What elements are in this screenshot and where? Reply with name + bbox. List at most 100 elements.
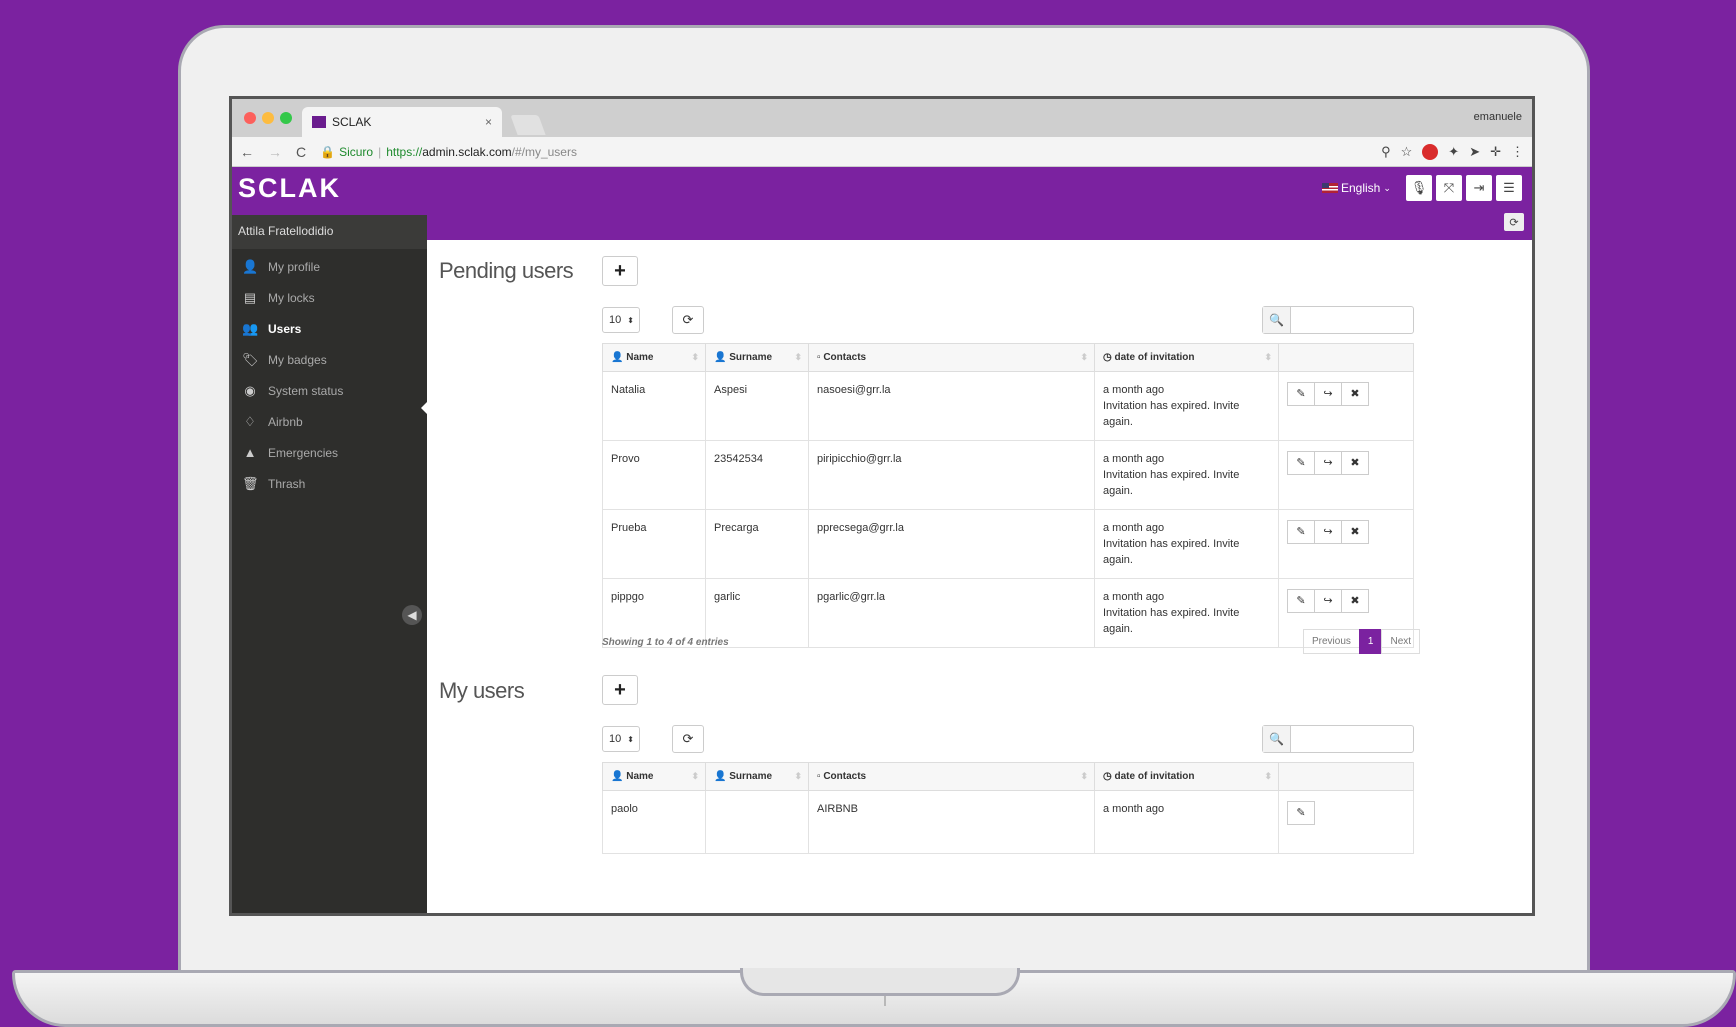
menu-dots-icon[interactable]: ⋮ — [1511, 144, 1524, 160]
window-minimize-button[interactable] — [262, 112, 274, 124]
window-maximize-button[interactable] — [280, 112, 292, 124]
column-header-actions — [1278, 762, 1414, 791]
my-users-page-size-select[interactable]: 10 ⬍ — [602, 726, 640, 752]
sidebar-item-airbnb[interactable]: ♢ Airbnb — [232, 406, 427, 437]
extension-icons: ⚲ ☆ ✦ ➤ ✛ ⋮ — [1381, 143, 1524, 160]
sclak-favicon-icon — [312, 116, 326, 128]
cursor-extension-icon[interactable]: ➤ — [1469, 144, 1480, 160]
sidebar-collapse-button[interactable]: ◀ — [402, 605, 422, 625]
language-selector[interactable]: English ⌄ — [1322, 181, 1391, 195]
reload-icon[interactable]: C — [296, 144, 306, 160]
sidebar-item-users[interactable]: 👥 Users — [232, 313, 427, 344]
brand-logo[interactable]: SCLAK — [238, 173, 341, 204]
cell-contact: piripicchio@grr.la — [808, 440, 1095, 510]
column-header-surname[interactable]: 👤 Surname ⬍ — [705, 343, 809, 372]
column-header-name[interactable]: 👤 Name ⬍ — [602, 343, 706, 372]
us-flag-icon — [1322, 183, 1338, 193]
url-field[interactable]: 🔒 Sicuro | https:// admin.sclak.com /#/m… — [320, 145, 577, 159]
microphone-button[interactable]: 🎙 — [1406, 175, 1432, 201]
sort-icon: ⬍ — [1080, 352, 1088, 362]
fullscreen-icon: ⤧ — [1443, 180, 1455, 195]
column-header-surname[interactable]: 👤 Surname ⬍ — [705, 762, 809, 791]
pending-page-size-select[interactable]: 10 ⬍ — [602, 307, 640, 333]
cell-date: a month ago Invitation has expired. Invit… — [1094, 509, 1279, 579]
column-label: Contacts — [823, 771, 867, 782]
select-arrows-icon: ⬍ — [627, 734, 634, 744]
table-header-row: 👤 Name ⬍ 👤 Surname ⬍ ▫ Contacts ⬍ ◷ date of… — [602, 343, 1414, 372]
fullscreen-button[interactable]: ⤧ — [1436, 175, 1462, 201]
column-header-actions — [1278, 343, 1414, 372]
pagination-next[interactable]: Next — [1381, 629, 1421, 654]
cell-actions: ✎ ↪ ✖ — [1278, 509, 1414, 579]
sidebar: Attila Fratellodidio 👤 My profile ▤ My lock… — [232, 215, 428, 913]
new-tab-button[interactable] — [510, 115, 546, 135]
sidebar-item-thrash[interactable]: 🗑 Thrash — [232, 468, 427, 499]
url-scheme: https:// — [386, 144, 423, 159]
edit-button[interactable]: ✎ — [1287, 451, 1315, 475]
pending-search-input[interactable] — [1291, 307, 1413, 333]
edit-button[interactable]: ✎ — [1287, 589, 1315, 613]
sidebar-menu: 👤 My profile ▤ My locks 👥 Users 🏷 My badges ◉ Sys… — [232, 249, 427, 499]
pagination-previous[interactable]: Previous — [1303, 629, 1360, 654]
url-path: /#/my_users — [511, 144, 577, 159]
key-icon[interactable]: ⚲ — [1381, 144, 1391, 160]
share-arrow-icon: ↪ — [1323, 526, 1333, 538]
column-header-date[interactable]: ◷ date of invitation ⬍ — [1094, 762, 1279, 791]
pending-search: 🔍 — [1262, 306, 1414, 334]
resend-invite-button[interactable]: ↪ — [1314, 451, 1342, 475]
edit-button[interactable]: ✎ — [1287, 382, 1315, 406]
column-label: Surname — [729, 771, 773, 782]
my-users-search-input[interactable] — [1291, 726, 1413, 752]
window-close-button[interactable] — [244, 112, 256, 124]
user-icon: 👤 — [611, 771, 627, 782]
forward-arrow-icon[interactable]: → — [268, 144, 282, 160]
extension-badge-icon[interactable]: ✦ — [1448, 144, 1459, 160]
cell-date: a month ago — [1094, 790, 1279, 854]
header-refresh-button[interactable]: ⟳ — [1504, 213, 1524, 231]
sidebar-item-system-status[interactable]: ◉ System status — [232, 375, 427, 406]
delete-button[interactable]: ✖ — [1341, 451, 1369, 475]
logout-button[interactable]: ⇥ — [1466, 175, 1492, 201]
sidebar-item-emergencies[interactable]: ▲ Emergencies — [232, 437, 427, 468]
edit-button[interactable]: ✎ — [1287, 520, 1315, 544]
adblock-extension-icon[interactable] — [1422, 143, 1439, 160]
column-header-name[interactable]: 👤 Name ⬍ — [602, 762, 706, 791]
resend-invite-button[interactable]: ↪ — [1314, 382, 1342, 406]
column-label: Name — [626, 352, 654, 363]
laptop-screen: SCLAK × emanuele ← → C 🔒 Sicuro | https:… — [229, 96, 1535, 916]
resend-invite-button[interactable]: ↪ — [1314, 520, 1342, 544]
microphone-icon: 🎙 — [1410, 180, 1428, 195]
hamburger-icon: ☰ — [1503, 180, 1515, 195]
menu-button[interactable]: ☰ — [1496, 175, 1522, 201]
sidebar-item-my-locks[interactable]: ▤ My locks — [232, 282, 427, 313]
table-row: paolo AIRBNB a month ago ✎ — [602, 790, 1414, 854]
delete-button[interactable]: ✖ — [1341, 589, 1369, 613]
back-arrow-icon[interactable]: ← — [240, 144, 254, 160]
padlock-icon: 🔒 — [320, 144, 336, 159]
delete-button[interactable]: ✖ — [1341, 382, 1369, 406]
add-pending-user-button[interactable]: + — [602, 256, 638, 286]
select-arrows-icon: ⬍ — [627, 315, 634, 325]
add-my-user-button[interactable]: + — [602, 675, 638, 705]
page-size-value: 10 — [609, 733, 622, 745]
resend-invite-button[interactable]: ↪ — [1314, 589, 1342, 613]
browser-tab[interactable]: SCLAK × — [302, 107, 502, 137]
star-icon[interactable]: ☆ — [1401, 144, 1413, 160]
move-extension-icon[interactable]: ✛ — [1490, 144, 1501, 160]
column-header-date[interactable]: ◷ date of invitation ⬍ — [1094, 343, 1279, 372]
share-arrow-icon: ↪ — [1323, 595, 1333, 607]
delete-button[interactable]: ✖ — [1341, 520, 1369, 544]
pagination-page-1[interactable]: 1 — [1358, 629, 1383, 654]
tab-close-icon[interactable]: × — [485, 115, 492, 129]
address-bar: ← → C 🔒 Sicuro | https:// admin.sclak.co… — [232, 137, 1532, 167]
column-header-contacts[interactable]: ▫ Contacts ⬍ — [808, 762, 1095, 791]
edit-button[interactable]: ✎ — [1287, 801, 1315, 825]
my-users-reload-button[interactable]: ⟳ — [672, 725, 704, 753]
column-header-contacts[interactable]: ▫ Contacts ⬍ — [808, 343, 1095, 372]
sidebar-item-my-badges[interactable]: 🏷 My badges — [232, 344, 427, 375]
sidebar-item-my-profile[interactable]: 👤 My profile — [232, 251, 427, 282]
pending-reload-button[interactable]: ⟳ — [672, 306, 704, 334]
refresh-icon: ⟳ — [682, 731, 694, 746]
plus-icon: + — [614, 259, 626, 282]
sidebar-item-label: My locks — [268, 290, 315, 305]
